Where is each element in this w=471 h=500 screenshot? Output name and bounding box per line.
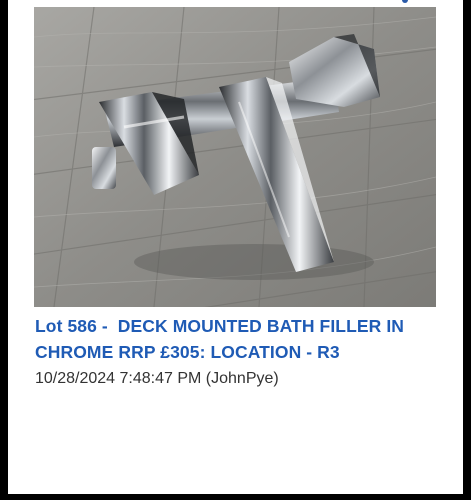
bath-filler-photo: [34, 7, 436, 307]
lot-image[interactable]: [34, 7, 436, 307]
bottom-frame: [0, 494, 471, 500]
lot-title[interactable]: Lot 586 - DECK MOUNTED BATH FILLER IN CH…: [35, 313, 445, 365]
lot-timestamp: 10/28/2024 7:48:47 PM (JohnPye): [35, 370, 279, 387]
scroll-indicator: [402, 0, 408, 3]
lot-card: Lot 586 - DECK MOUNTED BATH FILLER IN CH…: [8, 0, 463, 494]
